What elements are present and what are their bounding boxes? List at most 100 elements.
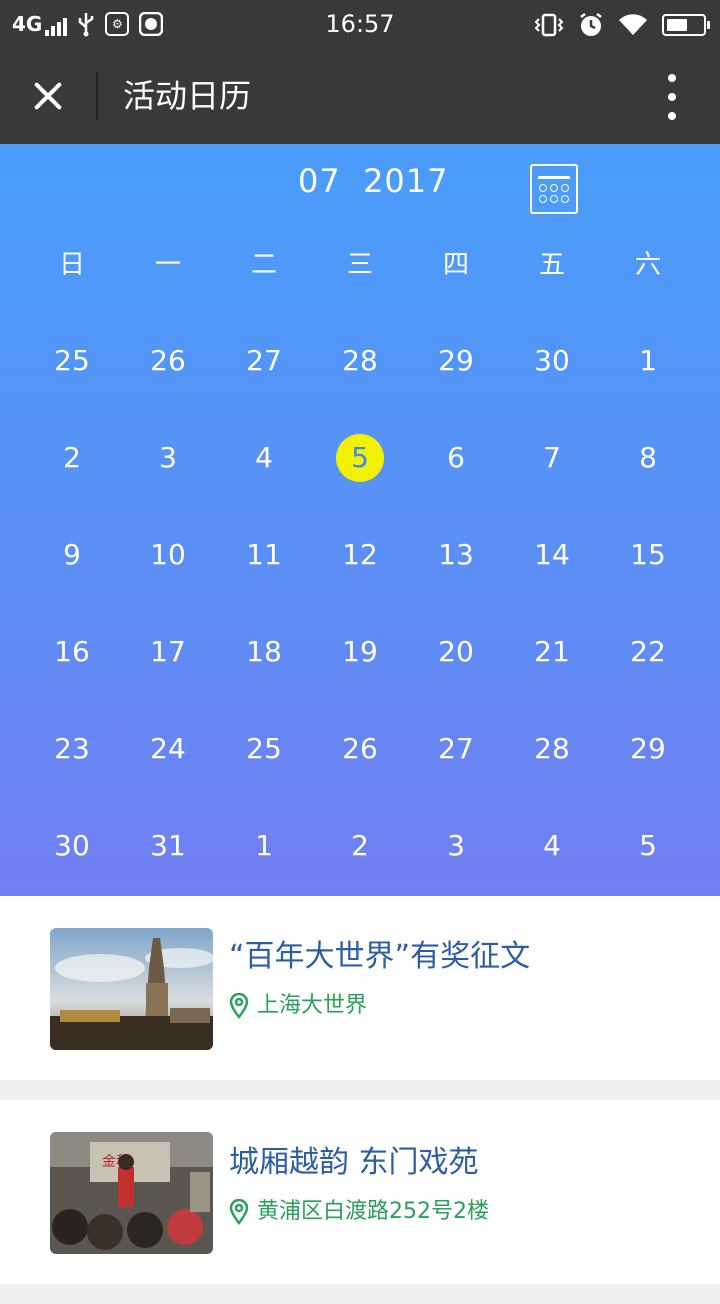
day-cell[interactable]: 15	[600, 506, 696, 603]
day-cell[interactable]: 30	[504, 312, 600, 409]
day-cell[interactable]: 29	[600, 700, 696, 797]
day-cell[interactable]: 25	[216, 700, 312, 797]
title-bar: 活动日历	[0, 48, 720, 144]
day-number: 1	[255, 828, 273, 862]
day-cell[interactable]: 23	[24, 700, 120, 797]
day-cell[interactable]: 18	[216, 603, 312, 700]
day-number: 15	[630, 537, 666, 571]
status-bar: 4G ⚙ 16:57	[0, 0, 720, 48]
day-number: 17	[150, 634, 186, 668]
day-cell[interactable]: 8	[600, 409, 696, 506]
day-cell[interactable]: 16	[24, 603, 120, 700]
weekday-label: 五	[538, 250, 565, 280]
day-cell[interactable]: 2	[24, 409, 120, 506]
day-cell[interactable]: 11	[216, 506, 312, 603]
more-vertical-icon[interactable]	[660, 74, 684, 120]
event-item[interactable]: “百年大世界”有奖征文 上海大世界	[0, 896, 720, 1080]
battery-icon	[662, 14, 710, 36]
day-number: 2	[63, 440, 81, 474]
location-pin-icon	[229, 993, 249, 1019]
day-cell[interactable]: 28	[312, 312, 408, 409]
event-location-text: 上海大世界	[257, 993, 368, 1018]
day-cell[interactable]: 4	[216, 409, 312, 506]
event-title: “百年大世界”有奖征文	[229, 939, 531, 974]
day-number: 30	[54, 828, 90, 862]
day-cell[interactable]: 17	[120, 603, 216, 700]
day-number: 29	[438, 343, 474, 377]
day-cell-selected[interactable]: 5	[312, 409, 408, 506]
day-cell[interactable]: 3	[408, 797, 504, 894]
weekday-label: 三	[346, 250, 373, 280]
day-cell[interactable]: 20	[408, 603, 504, 700]
event-thumbnail	[50, 928, 213, 1050]
weekday-label: 六	[634, 250, 661, 280]
day-cell[interactable]: 12	[312, 506, 408, 603]
page-title: 活动日历	[123, 77, 252, 115]
day-number: 2	[351, 828, 369, 862]
day-number: 19	[342, 634, 378, 668]
day-cell[interactable]: 2	[312, 797, 408, 894]
day-number: 28	[534, 731, 570, 765]
day-cell[interactable]: 5	[600, 797, 696, 894]
day-number: 6	[447, 440, 465, 474]
day-cell[interactable]: 27	[408, 700, 504, 797]
day-number: 31	[150, 828, 186, 862]
day-cell[interactable]: 22	[600, 603, 696, 700]
day-cell[interactable]: 4	[504, 797, 600, 894]
day-cell[interactable]: 27	[216, 312, 312, 409]
event-item[interactable]: 金秋 城厢越韵 东门戏苑 黄浦区白渡路252号2楼	[0, 1100, 720, 1284]
day-cell[interactable]: 6	[408, 409, 504, 506]
day-cell[interactable]: 1	[216, 797, 312, 894]
close-icon[interactable]	[24, 72, 72, 120]
event-location: 黄浦区白渡路252号2楼	[229, 1196, 489, 1228]
day-cell[interactable]: 7	[504, 409, 600, 506]
day-number: 29	[630, 731, 666, 765]
calendar-picker-icon[interactable]	[530, 164, 578, 214]
status-right	[534, 12, 710, 38]
day-number: 16	[54, 634, 90, 668]
day-number: 25	[54, 343, 90, 377]
day-number: 12	[342, 537, 378, 571]
day-cell[interactable]: 3	[120, 409, 216, 506]
weekday-label: 四	[442, 250, 469, 280]
day-number: 4	[255, 440, 273, 474]
day-cell[interactable]: 31	[120, 797, 216, 894]
day-number: 1	[639, 343, 657, 377]
weekday-label: 日	[58, 250, 85, 280]
day-number: 10	[150, 537, 186, 571]
day-cell[interactable]: 26	[120, 312, 216, 409]
day-cell[interactable]: 10	[120, 506, 216, 603]
day-cell[interactable]: 24	[120, 700, 216, 797]
weekday-header: 日一二三四五六	[24, 244, 696, 281]
day-number: 27	[246, 343, 282, 377]
day-cell[interactable]: 9	[24, 506, 120, 603]
day-cell[interactable]: 25	[24, 312, 120, 409]
day-number: 28	[342, 343, 378, 377]
day-cell[interactable]: 26	[312, 700, 408, 797]
day-cell[interactable]: 28	[504, 700, 600, 797]
day-number: 24	[150, 731, 186, 765]
day-number: 23	[54, 731, 90, 765]
day-number: 27	[438, 731, 474, 765]
day-number: 8	[639, 440, 657, 474]
day-number: 4	[543, 828, 561, 862]
day-cell[interactable]: 1	[600, 312, 696, 409]
day-number: 20	[438, 634, 474, 668]
day-number: 18	[246, 634, 282, 668]
day-number: 13	[438, 537, 474, 571]
event-thumbnail: 金秋	[50, 1132, 213, 1254]
event-location: 上海大世界	[229, 990, 367, 1022]
day-number: 5	[639, 828, 657, 862]
day-cell[interactable]: 21	[504, 603, 600, 700]
day-cell[interactable]: 14	[504, 506, 600, 603]
day-cell[interactable]: 29	[408, 312, 504, 409]
day-cell[interactable]: 30	[24, 797, 120, 894]
day-number: 7	[543, 440, 561, 474]
day-cell[interactable]: 13	[408, 506, 504, 603]
calendar-header: 07 2017	[0, 152, 720, 214]
event-list: “百年大世界”有奖征文 上海大世界 金秋 城厢越韵 东门戏苑 黄浦区白渡路252…	[0, 896, 720, 1304]
day-cell[interactable]: 19	[312, 603, 408, 700]
day-number: 26	[150, 343, 186, 377]
month-label: 07 2017	[298, 162, 449, 200]
day-number: 5	[336, 433, 384, 482]
